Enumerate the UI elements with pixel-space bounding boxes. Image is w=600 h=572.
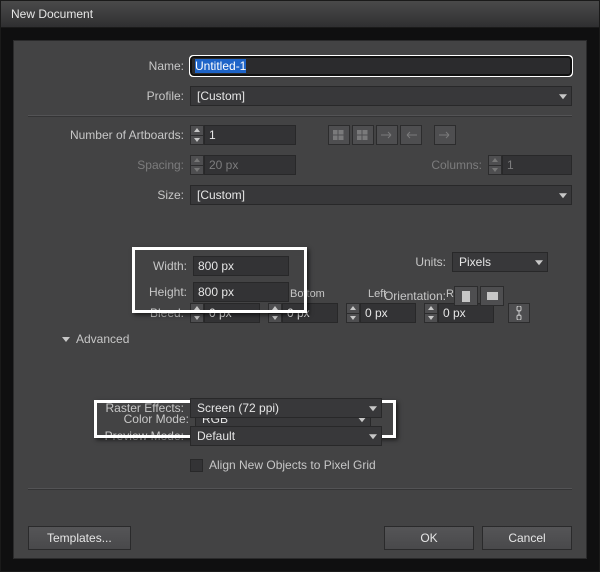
color-mode-label: Color Mode: <box>105 412 195 426</box>
orientation-portrait-button[interactable] <box>454 286 478 306</box>
advanced-label: Advanced <box>76 332 129 346</box>
spacing-label: Spacing: <box>28 158 190 172</box>
units-label: Units: <box>364 255 452 269</box>
name-input[interactable] <box>190 56 572 76</box>
align-pixel-grid-checkbox[interactable] <box>190 459 203 472</box>
dimensions-highlight: Width: Height: <box>132 247 307 313</box>
columns-label: Columns: <box>431 158 488 172</box>
size-value: [Custom] <box>197 188 245 202</box>
arrange-left-icon <box>400 125 422 145</box>
window-title: New Document <box>11 7 93 21</box>
divider <box>28 115 572 116</box>
landscape-icon <box>487 292 498 300</box>
chevron-down-icon <box>369 434 377 439</box>
bleed-left-stepper[interactable] <box>346 303 360 323</box>
grid-by-column-icon <box>352 125 374 145</box>
raster-effects-select[interactable]: Screen (72 ppi) <box>190 398 382 418</box>
width-input[interactable] <box>193 256 289 276</box>
chevron-down-icon <box>535 260 543 265</box>
chevron-down-icon <box>358 417 366 422</box>
titlebar: New Document <box>1 1 599 28</box>
height-label: Height: <box>143 285 193 299</box>
ok-button[interactable]: OK <box>384 526 474 550</box>
units-orientation-column: Units: Pixels Orientation: <box>364 251 564 319</box>
columns-stepper <box>488 155 502 175</box>
profile-value: [Custom] <box>197 89 245 103</box>
arrange-down-icon <box>434 125 456 145</box>
grid-by-row-icon <box>328 125 350 145</box>
advanced-section-toggle[interactable]: Advanced <box>28 332 572 346</box>
templates-button[interactable]: Templates... <box>28 526 131 550</box>
chevron-down-icon <box>369 406 377 411</box>
units-value: Pixels <box>459 255 491 269</box>
orientation-landscape-button[interactable] <box>480 286 504 306</box>
preview-mode-select[interactable]: Default <box>190 426 382 446</box>
height-input[interactable] <box>193 282 289 302</box>
name-label: Name: <box>28 59 190 73</box>
chevron-down-icon <box>62 337 70 342</box>
width-label: Width: <box>143 259 193 273</box>
profile-label: Profile: <box>28 89 190 103</box>
portrait-icon <box>462 291 470 302</box>
spacing-input <box>204 155 296 175</box>
size-select[interactable]: [Custom] <box>190 185 572 205</box>
cancel-button[interactable]: Cancel <box>482 526 572 550</box>
chevron-down-icon <box>559 193 567 198</box>
new-document-dialog: New Document Name: Profile: [Custom] Num… <box>0 0 600 572</box>
raster-effects-value: Screen (72 ppi) <box>197 401 279 415</box>
size-label: Size: <box>28 188 190 202</box>
columns-input <box>502 155 572 175</box>
profile-select[interactable]: [Custom] <box>190 86 572 106</box>
dialog-body: Name: Profile: [Custom] Number of Artboa… <box>13 40 587 559</box>
preview-mode-value: Default <box>197 429 235 443</box>
arrange-right-icon <box>376 125 398 145</box>
spacing-stepper <box>190 155 204 175</box>
artboards-stepper[interactable] <box>190 125 204 145</box>
artboards-label: Number of Artboards: <box>28 128 190 142</box>
chevron-down-icon <box>559 94 567 99</box>
artboards-input[interactable] <box>204 125 296 145</box>
orientation-label: Orientation: <box>364 289 452 303</box>
units-select[interactable]: Pixels <box>452 252 548 272</box>
align-pixel-grid-label: Align New Objects to Pixel Grid <box>209 458 376 472</box>
divider <box>28 488 572 489</box>
